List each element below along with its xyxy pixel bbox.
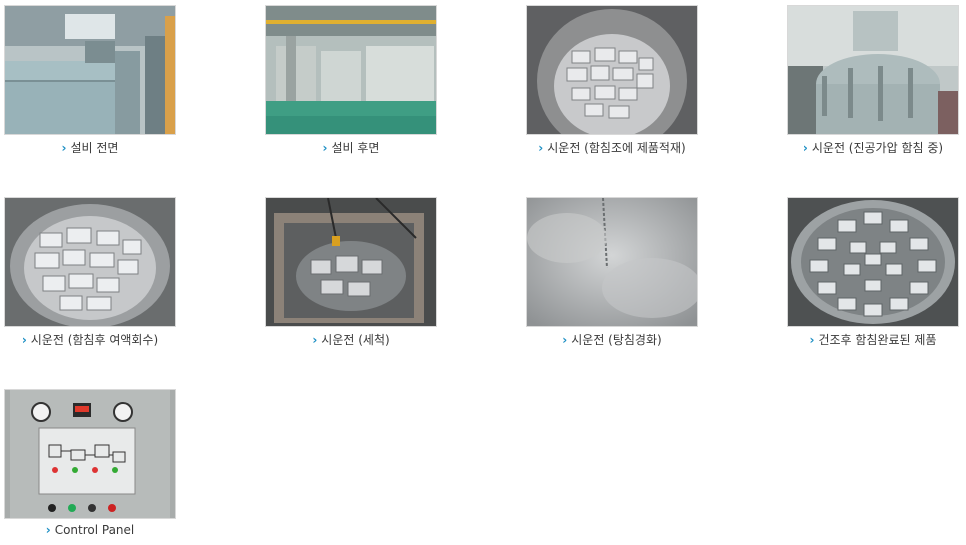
equipment-rear-photo[interactable]: [265, 5, 437, 135]
equipment-front-image: [5, 6, 175, 134]
chevron-right-icon: ›: [809, 333, 815, 347]
gallery-caption[interactable]: › 건조후 함침완료된 제품: [727, 331, 966, 348]
caption-text: 시운전 (함침조에 제품적재): [547, 141, 686, 155]
hot-water-curing-image: [527, 198, 697, 326]
chevron-right-icon: ›: [21, 333, 27, 347]
gallery-item[interactable]: › 설비 후면: [265, 5, 437, 155]
gallery-caption[interactable]: › 시운전 (진공가압 함침 중): [727, 139, 966, 156]
gallery-caption[interactable]: › 시운전 (탕침경화): [466, 331, 758, 348]
caption-text: 설비 후면: [331, 141, 380, 155]
gallery-caption[interactable]: › Control Panel: [0, 523, 236, 537]
gallery-item[interactable]: › 건조후 함침완료된 제품: [787, 197, 959, 347]
caption-text: 시운전 (진공가압 함침 중): [811, 141, 944, 155]
caption-text: 설비 전면: [70, 141, 119, 155]
hot-water-curing-photo[interactable]: [526, 197, 698, 327]
gallery-caption[interactable]: › 시운전 (함침후 여액회수): [0, 331, 236, 348]
gallery-item[interactable]: › 시운전 (탕침경화): [526, 197, 698, 347]
caption-text: 시운전 (세척): [321, 333, 390, 347]
residual-recovery-photo[interactable]: [4, 197, 176, 327]
gallery-item[interactable]: › 시운전 (세척): [265, 197, 437, 347]
vacuum-pressure-image: [788, 6, 958, 134]
chevron-right-icon: ›: [61, 141, 67, 155]
chevron-right-icon: ›: [312, 333, 318, 347]
control-panel-photo[interactable]: [4, 389, 176, 519]
products-loaded-photo[interactable]: [526, 5, 698, 135]
gallery-item[interactable]: › 시운전 (진공가압 함침 중): [787, 5, 959, 155]
residual-recovery-image: [5, 198, 175, 326]
finished-products-image: [788, 198, 958, 326]
chevron-right-icon: ›: [322, 141, 328, 155]
gallery-item[interactable]: › 설비 전면: [4, 5, 176, 155]
control-panel-image: [5, 390, 175, 518]
gallery-caption[interactable]: › 시운전 (세척): [205, 331, 497, 348]
washing-photo[interactable]: [265, 197, 437, 327]
gallery-caption[interactable]: › 설비 후면: [205, 139, 497, 156]
gallery-item[interactable]: › 시운전 (함침후 여액회수): [4, 197, 176, 347]
caption-text: 건조후 함침완료된 제품: [818, 333, 937, 347]
caption-text: 시운전 (함침후 여액회수): [30, 333, 159, 347]
chevron-right-icon: ›: [802, 141, 808, 155]
chevron-right-icon: ›: [45, 523, 51, 537]
caption-text: Control Panel: [54, 523, 135, 537]
equipment-front-photo[interactable]: [4, 5, 176, 135]
caption-text: 시운전 (탕침경화): [571, 333, 662, 347]
washing-image: [266, 198, 436, 326]
gallery-caption[interactable]: › 시운전 (함침조에 제품적재): [466, 139, 758, 156]
products-loaded-image: [527, 6, 697, 134]
vacuum-pressure-photo[interactable]: [787, 5, 959, 135]
gallery-item[interactable]: › Control Panel: [4, 389, 176, 537]
equipment-rear-image: [266, 6, 436, 134]
finished-products-photo[interactable]: [787, 197, 959, 327]
chevron-right-icon: ›: [562, 333, 568, 347]
gallery-item[interactable]: › 시운전 (함침조에 제품적재): [526, 5, 698, 155]
gallery-caption[interactable]: › 설비 전면: [0, 139, 236, 156]
chevron-right-icon: ›: [538, 141, 544, 155]
